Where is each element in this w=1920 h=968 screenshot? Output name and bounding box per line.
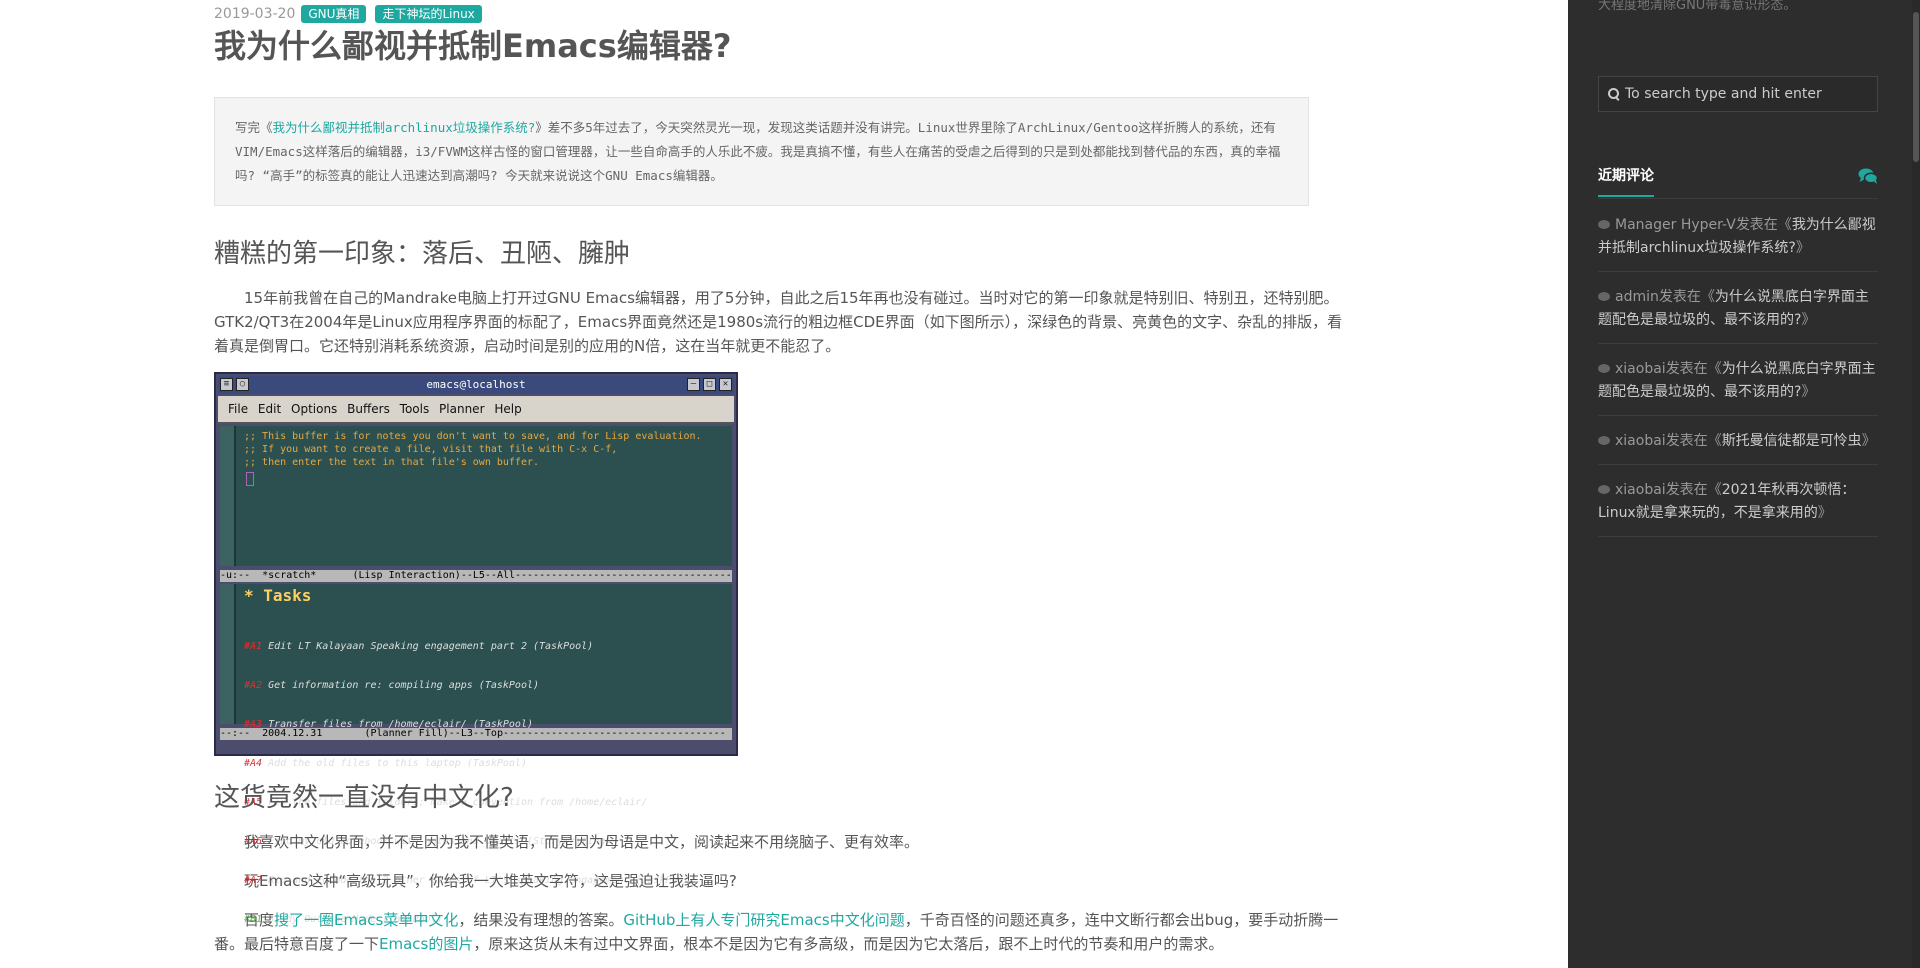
window-maximize-icon: □ [703, 378, 716, 391]
comment-post-link[interactable]: 斯托曼信徒都是可怜虫 [1722, 433, 1862, 449]
tag-gnu[interactable]: GNU真相 [301, 5, 367, 23]
recent-comments-title: 近期评论 [1598, 165, 1654, 197]
emacs-menu-file: File [228, 402, 249, 416]
post-meta: 2019-03-20 GNU真相 走下神坛的Linux [214, 4, 491, 24]
recent-comments-header: 近期评论 [1598, 158, 1878, 199]
link-emacs-menu-chinese[interactable]: 搜了一圈Emacs菜单中文化 [274, 911, 458, 929]
scratch-line: ;; This buffer is for notes you don't wa… [244, 431, 702, 442]
p3-text: ，结果没有理想的答案。 [458, 911, 624, 929]
emacs-menu-edit: Edit [257, 402, 282, 416]
p3-text: ，原来这货从未有过中文界面，根本不是因为它有多高级，而是因为它太落后，跟不上时代… [473, 935, 1224, 953]
window-minimize-icon: – [687, 378, 700, 391]
emacs-menu-tools: Tools [399, 402, 430, 416]
comment-item: xiaobai发表在《为什么说黑底白字界面主题配色是最垃圾的、最不该用的?》 [1598, 344, 1878, 416]
comment-author[interactable]: Manager Hyper-V [1615, 217, 1736, 233]
scratch-text: ;; This buffer is for notes you don't wa… [244, 430, 702, 469]
search-box [1598, 76, 1878, 112]
comment-end: 》 [1801, 384, 1816, 400]
excerpt-link-archlinux[interactable]: 我为什么鄙视并抵制archlinux垃圾操作系统? [273, 120, 536, 135]
scratch-line: ;; then enter the text in that file's ow… [244, 457, 540, 468]
comment-mid: 发表在《 [1735, 217, 1792, 233]
comment-author[interactable]: xiaobai [1615, 433, 1666, 449]
section-heading-2: 这货竟然一直没有中文化? [214, 783, 514, 813]
comment-bubble-icon [1598, 364, 1610, 373]
emacs-modeline-scratch: -u:-- *scratch* (Lisp Interaction)--L5--… [220, 570, 732, 582]
task-item: #A1 Edit LT Kalayaan Speaking engagement… [244, 641, 594, 652]
emacs-menu-planner: Planner [439, 402, 485, 416]
comment-item: xiaobai发表在《斯托曼信徒都是可怜虫》 [1598, 416, 1878, 465]
comment-mid: 发表在《 [1665, 361, 1722, 377]
emacs-scrollbar-2 [220, 584, 236, 724]
comment-author[interactable]: admin [1615, 289, 1659, 305]
search-input[interactable] [1625, 86, 1865, 102]
comment-mid: 发表在《 [1665, 433, 1722, 449]
window-minimize-dot-icon: ○ [236, 378, 249, 391]
emacs-cursor [246, 472, 254, 486]
comment-item: admin发表在《为什么说黑底白字界面主题配色是最垃圾的、最不该用的?》 [1598, 272, 1878, 344]
comment-end: 》 [1861, 433, 1876, 449]
section-2-paragraph-2: 玩Emacs这种“高级玩具”，你给我一大堆英文字符，这是强迫让我装逼吗? [244, 872, 737, 890]
emacs-titlebar: ≡ ○ emacs@localhost – □ ✕ [218, 376, 734, 394]
page-title: 我为什么鄙视并抵制Emacs编辑器? [214, 27, 732, 65]
comment-end: 》 [1801, 312, 1816, 328]
link-emacs-images[interactable]: Emacs的图片 [379, 935, 473, 953]
sidebar: 大程度地清除GNU带毒意识形态。 近期评论 Manager Hyper-V发表在… [1568, 0, 1920, 968]
tag-linux[interactable]: 走下神坛的Linux [375, 5, 482, 23]
section-2-paragraph-1: 我喜欢中文化界面，并不是因为我不懂英语，而是因为母语是中文，阅读起来不用绕脑子、… [244, 833, 920, 851]
sidebar-scrollbar[interactable] [1912, 0, 1920, 968]
sidebar-top-text: 大程度地清除GNU带毒意识形态。 [1598, 0, 1797, 13]
emacs-menu-options: Options [291, 402, 338, 416]
post-date: 2019-03-20 [214, 6, 296, 22]
task-item: #A2 Get information re: compiling apps (… [244, 680, 540, 691]
comment-item: xiaobai发表在《2021年秋再次顿悟：Linux就是拿来玩的，不是拿来用的… [1598, 465, 1878, 537]
comment-end: 》 [1795, 240, 1810, 256]
comment-end: 》 [1817, 505, 1832, 521]
comments-icon [1858, 168, 1878, 184]
section-heading-1: 糟糕的第一印象：落后、丑陋、臃肿 [214, 239, 631, 269]
scrollbar-thumb[interactable] [1913, 12, 1919, 162]
section-2-paragraph-3: 百度搜了一圈Emacs菜单中文化，结果没有理想的答案。GitHub上有人专门研究… [214, 908, 1354, 956]
excerpt-text-before: 写完《 [235, 120, 273, 135]
section-1-paragraph: 15年前我曾在自己的Mandrake电脑上打开过GNU Emacs编辑器，用了5… [214, 289, 1343, 355]
emacs-menubar: File Edit Options Buffers Tools Planner … [218, 396, 734, 424]
emacs-scrollbar [220, 426, 236, 566]
window-menu-icon: ≡ [220, 378, 233, 391]
comment-mid: 发表在《 [1658, 289, 1715, 305]
comment-bubble-icon [1598, 436, 1610, 445]
emacs-screenshot: ≡ ○ emacs@localhost – □ ✕ File Edit Opti… [214, 372, 738, 925]
emacs-planner-pane: * Tasks #A1 Edit LT Kalayaan Speaking en… [220, 584, 732, 925]
recent-comments-list: Manager Hyper-V发表在《我为什么鄙视并抵制archlinux垃圾操… [1598, 200, 1878, 537]
emacs-window-title: emacs@localhost [426, 378, 526, 391]
comment-item: Manager Hyper-V发表在《我为什么鄙视并抵制archlinux垃圾操… [1598, 200, 1878, 272]
comment-author[interactable]: xiaobai [1615, 361, 1666, 377]
comment-bubble-icon [1598, 220, 1610, 229]
emacs-menu-buffers: Buffers [347, 402, 390, 416]
emacs-scratch-pane: ;; This buffer is for notes you don't wa… [220, 426, 732, 566]
task-item: #A4 Add the old files to this laptop (Ta… [244, 758, 527, 769]
link-github-emacs-chinese[interactable]: GitHub上有人专门研究Emacs中文化问题 [623, 911, 904, 929]
comment-author[interactable]: xiaobai [1615, 482, 1666, 498]
window-close-icon: ✕ [719, 378, 732, 391]
comment-bubble-icon [1598, 292, 1610, 301]
scratch-line: ;; If you want to create a file, visit t… [244, 444, 618, 455]
comment-bubble-icon [1598, 485, 1610, 494]
comment-mid: 发表在《 [1665, 482, 1722, 498]
main-content: 2019-03-20 GNU真相 走下神坛的Linux 我为什么鄙视并抵制Ema… [0, 0, 1568, 968]
emacs-modeline-planner: --:-- 2004.12.31 (Planner Fill)--L3--Top… [220, 728, 732, 740]
search-icon [1607, 87, 1621, 101]
p3-text: 百度 [244, 911, 275, 929]
emacs-menu-help: Help [494, 402, 522, 416]
tasks-heading: * Tasks [244, 586, 312, 605]
post-excerpt: 写完《我为什么鄙视并抵制archlinux垃圾操作系统?》差不多5年过去了，今天… [214, 97, 1309, 206]
